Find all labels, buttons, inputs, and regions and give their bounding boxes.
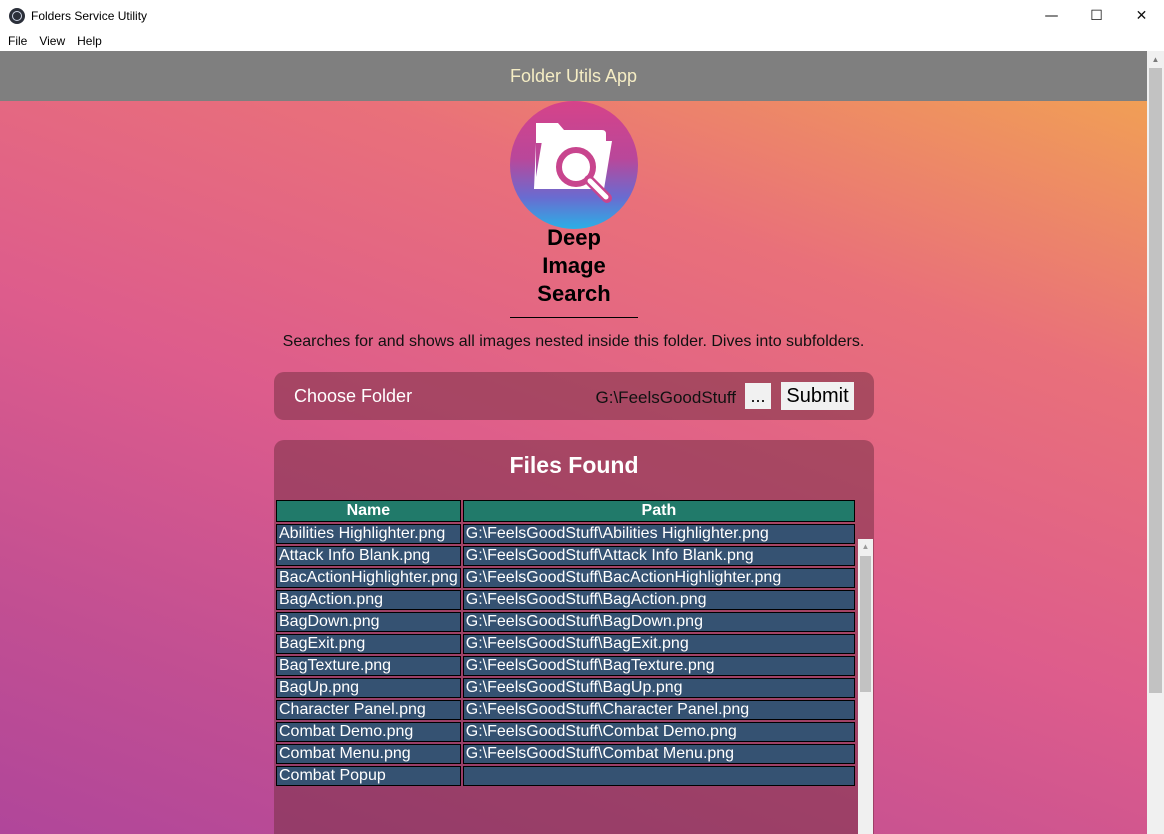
file-name-cell: BagAction.png: [276, 590, 461, 610]
window-titlebar: Folders Service Utility — ☐ ✕: [0, 0, 1164, 31]
logo-svg: [534, 123, 612, 203]
app-content: Folder Utils App Deep Image Search Searc…: [0, 51, 1147, 834]
file-name-cell: Combat Demo.png: [276, 722, 461, 742]
tool-heading-line: Search: [537, 281, 611, 306]
tool-heading-line: Image: [542, 253, 606, 278]
file-path-cell: G:\FeelsGoodStuff\BagAction.png: [462, 590, 855, 610]
file-path-cell: G:\FeelsGoodStuff\BagTexture.png: [462, 656, 855, 676]
submit-button[interactable]: Submit: [781, 382, 854, 410]
window-scrollbar-thumb[interactable]: [1149, 68, 1162, 693]
table-header-row: Name Path: [276, 500, 855, 522]
file-path-cell: G:\FeelsGoodStuff\Combat Menu.png: [462, 744, 855, 764]
table-row[interactable]: BagAction.png G:\FeelsGoodStuff\BagAction…: [276, 590, 855, 610]
file-path-cell: G:\FeelsGoodStuff\BagDown.png: [462, 612, 855, 632]
folder-chooser: Choose Folder G:\FeelsGoodStuff ... Subm…: [274, 372, 874, 420]
tool-heading-line: Deep: [547, 225, 601, 250]
table-row[interactable]: BacActionHighlighter.png G:\FeelsGoodStuf…: [276, 568, 855, 588]
table-row[interactable]: Combat Popup: [276, 766, 855, 786]
app-header-title: Folder Utils App: [509, 65, 638, 86]
column-header-path[interactable]: Path: [462, 500, 855, 522]
files-table: Name Path Abilities Highlighter.png G:\Fe…: [274, 498, 857, 788]
tool-heading: Deep Image Search: [510, 224, 638, 308]
file-path-cell: G:\FeelsGoodStuff\Character Panel.png: [462, 700, 855, 720]
file-name-cell: Combat Menu.png: [276, 744, 461, 764]
table-row[interactable]: Combat Menu.png G:\FeelsGoodStuff\Combat …: [276, 744, 855, 764]
file-path-cell: G:\FeelsGoodStuff\BagUp.png: [462, 678, 855, 698]
file-path-cell: G:\FeelsGoodStuff\Attack Info Blank.png: [462, 546, 855, 566]
file-name-cell: Combat Popup: [276, 766, 461, 786]
folder-magnifier-icon: [510, 101, 638, 229]
file-path-cell: [462, 766, 855, 786]
browse-button[interactable]: ...: [745, 383, 771, 409]
file-path-cell: G:\FeelsGoodStuff\Abilities Highlighter.…: [462, 524, 855, 544]
table-scrollbar-thumb[interactable]: [860, 556, 871, 692]
table-row[interactable]: Combat Demo.png G:\FeelsGoodStuff\Combat …: [276, 722, 855, 742]
menu-file[interactable]: File: [2, 34, 33, 48]
table-row[interactable]: BagDown.png G:\FeelsGoodStuff\BagDown.png: [276, 612, 855, 632]
table-row[interactable]: Attack Info Blank.png G:\FeelsGoodStuff\A…: [276, 546, 855, 566]
app-icon: [9, 7, 25, 24]
choose-folder-label: Choose Folder: [294, 386, 413, 406]
table-scrollbar[interactable]: ▲: [858, 539, 873, 834]
heading-divider: [510, 317, 638, 318]
file-name-cell: BagDown.png: [276, 612, 461, 632]
file-name-cell: Character Panel.png: [276, 700, 461, 720]
tool-description: Searches for and shows all images nested…: [282, 333, 865, 350]
file-name-cell: BacActionHighlighter.png: [276, 568, 461, 588]
file-path-cell: G:\FeelsGoodStuff\BagExit.png: [462, 634, 855, 654]
app-header: Folder Utils App: [0, 51, 1147, 101]
table-row[interactable]: BagExit.png G:\FeelsGoodStuff\BagExit.png: [276, 634, 855, 654]
menu-help[interactable]: Help: [71, 34, 108, 48]
files-table-body: Abilities Highlighter.png G:\FeelsGoodStu…: [276, 524, 855, 786]
file-name-cell: Abilities Highlighter.png: [276, 524, 461, 544]
table-row[interactable]: BagUp.png G:\FeelsGoodStuff\BagUp.png: [276, 678, 855, 698]
window-scrollbar[interactable]: ▲: [1147, 51, 1164, 834]
window-title: Folders Service Utility: [31, 8, 148, 23]
table-row[interactable]: Abilities Highlighter.png G:\FeelsGoodStu…: [276, 524, 855, 544]
file-name-cell: BagExit.png: [276, 634, 461, 654]
file-name-cell: Attack Info Blank.png: [276, 546, 461, 566]
maximize-icon[interactable]: ☐: [1074, 0, 1119, 31]
file-path-cell: G:\FeelsGoodStuff\Combat Demo.png: [462, 722, 855, 742]
table-row[interactable]: Character Panel.png G:\FeelsGoodStuff\Cha…: [276, 700, 855, 720]
menu-bar: File View Help: [0, 31, 1164, 51]
file-name-cell: BagTexture.png: [276, 656, 461, 676]
minimize-icon[interactable]: —: [1029, 0, 1074, 31]
column-header-name[interactable]: Name: [276, 500, 461, 522]
folder-path-display: G:\FeelsGoodStuff: [595, 388, 736, 407]
scroll-up-icon[interactable]: ▲: [1147, 51, 1164, 68]
files-table-container: Name Path Abilities Highlighter.png G:\Fe…: [274, 489, 874, 834]
file-name-cell: BagUp.png: [276, 678, 461, 698]
file-path-cell: G:\FeelsGoodStuff\BacActionHighlighter.p…: [462, 568, 855, 588]
scroll-up-icon[interactable]: ▲: [858, 539, 873, 554]
window-controls: — ☐ ✕: [1029, 0, 1164, 31]
files-found-title: Files Found: [509, 452, 639, 478]
close-icon[interactable]: ✕: [1119, 0, 1164, 31]
menu-view[interactable]: View: [33, 34, 71, 48]
table-row[interactable]: BagTexture.png G:\FeelsGoodStuff\BagTextu…: [276, 656, 855, 676]
